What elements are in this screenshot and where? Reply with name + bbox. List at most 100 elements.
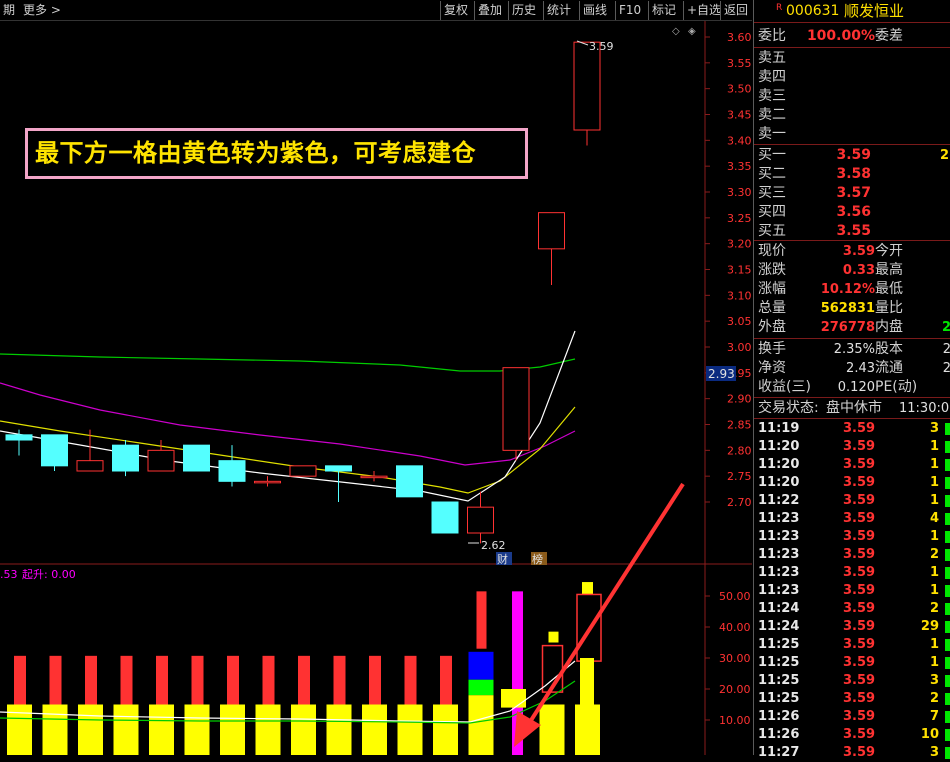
bar-red [85, 655, 97, 705]
stat-row: 收益(三) 0.120 PE(动) [758, 379, 918, 395]
tick-direction-marker [945, 459, 950, 471]
stock-name: 顺发恒业 [844, 2, 905, 20]
tick-row[interactable]: 11:25 3.59 3 [754, 672, 950, 690]
fuquan-button[interactable]: 复权 [440, 1, 471, 20]
bar-yellow [255, 704, 281, 755]
bid-row: 买三 3.57 [758, 185, 871, 201]
price-tick-label: 2.85 [727, 419, 752, 432]
settings-icon[interactable]: ◈ [688, 26, 696, 37]
stat-row: 外盘 276778 内盘 2 [758, 319, 950, 335]
ask-row: 卖五 [758, 50, 786, 66]
price-tick-label: 3.05 [727, 315, 752, 328]
candle-body [573, 41, 601, 131]
tick-row[interactable]: 11:23 3.59 1 [754, 528, 950, 546]
tick-row[interactable]: 11:26 3.59 10 [754, 726, 950, 744]
tick-row[interactable]: 11:23 3.59 2 [754, 546, 950, 564]
bar-yellow [575, 704, 600, 755]
ask-row: 卖四 [758, 69, 786, 85]
tick-direction-marker [945, 423, 950, 435]
tick-direction-marker [945, 495, 950, 507]
tick-direction-marker [945, 729, 950, 741]
stat-row: 涨幅 10.12% 最低 [758, 281, 903, 297]
tick-row[interactable]: 11:23 3.59 4 [754, 510, 950, 528]
moving-average-lines [0, 330, 576, 502]
tick-row[interactable]: 11:25 3.59 2 [754, 690, 950, 708]
indicator-tick-label: 40.00 [719, 621, 751, 634]
tick-row[interactable]: 11:20 3.59 1 [754, 456, 950, 474]
high-price-label: 3.59 [589, 40, 614, 53]
indicator-tick-label: 10.00 [719, 714, 751, 727]
ma-line-yellow [0, 406, 576, 494]
tick-direction-marker [945, 549, 950, 561]
tick-direction-marker [945, 603, 950, 615]
bar-red [369, 655, 381, 705]
price-tick-label: 2.70 [727, 496, 752, 509]
bar-yellow [113, 704, 139, 755]
tick-row[interactable]: 11:23 3.59 1 [754, 582, 950, 600]
candle-body [360, 475, 388, 479]
candle [538, 212, 565, 285]
candle-body [147, 449, 175, 472]
bar-yellow [184, 704, 210, 755]
candle-body [183, 444, 210, 472]
tick-direction-marker [945, 657, 950, 669]
tick-direction-marker [945, 747, 950, 759]
tick-row[interactable]: 11:25 3.59 1 [754, 636, 950, 654]
tick-direction-marker [945, 513, 950, 525]
tick-row[interactable]: 11:22 3.59 1 [754, 492, 950, 510]
tick-row[interactable]: 11:19 3.59 3 [754, 420, 950, 438]
tick-row[interactable]: 11:26 3.59 7 [754, 708, 950, 726]
indicator-axis: 50.00 40.00 30.00 20.00 10.00 [705, 590, 751, 727]
candle [183, 444, 210, 472]
draw-line-button[interactable]: 画线 [579, 1, 610, 20]
ask-row: 卖二 [758, 107, 786, 123]
tick-row[interactable]: 11:23 3.59 1 [754, 564, 950, 582]
annotation-banner: 最下方一格由黄色转为紫色，可考虑建仓 [25, 128, 528, 179]
candle-body [289, 465, 317, 477]
cai-badge[interactable]: 财 [497, 552, 508, 566]
tick-row[interactable]: 11:24 3.59 29 [754, 618, 950, 636]
period-button[interactable]: 期 [0, 1, 18, 20]
price-axis: 3.60 3.55 3.50 3.45 3.40 3.35 3.30 3.25 3.20 3.15… [705, 31, 752, 509]
indicator-bars [7, 582, 602, 755]
tick-row[interactable]: 11:24 3.59 2 [754, 600, 950, 618]
candle [502, 367, 530, 461]
candle [573, 41, 601, 146]
chart-toolbar: 期 更多 > 复权 叠加 历史 统计 画线 F10 标记 +自选 返回 [0, 0, 752, 21]
stat-row: 涨跌 0.33 最高 [758, 262, 903, 278]
price-tick-label: 3.60 [727, 31, 752, 44]
quote-panel: R 000631 顺发恒业 委比 100.00% 委差 卖五 卖四 卖三 卖二 卖一 买… [753, 0, 950, 760]
candle [431, 501, 459, 534]
tick-row[interactable]: 11:27 3.59 3 [754, 744, 950, 762]
candle [5, 429, 33, 456]
bar-yellow [468, 695, 494, 755]
history-button[interactable]: 历史 [508, 1, 539, 20]
overlay-button[interactable]: 叠加 [474, 1, 505, 20]
candle [325, 465, 352, 502]
back-button[interactable]: 返回 [720, 1, 751, 20]
price-tick-label: 2.80 [727, 444, 752, 457]
tick-row[interactable]: 11:25 3.59 1 [754, 654, 950, 672]
tick-direction-marker [945, 441, 950, 453]
candle-body [254, 480, 281, 484]
candle [360, 471, 388, 482]
diamond-icon[interactable]: ◇ [672, 26, 680, 37]
bar-red [156, 655, 168, 705]
bar-yellow [149, 704, 174, 755]
statistics-button[interactable]: 统计 [543, 1, 574, 20]
tick-row[interactable]: 11:20 3.59 1 [754, 474, 950, 492]
bang-badge[interactable]: 榜 [532, 552, 543, 566]
ma-line-green [0, 353, 576, 372]
tick-row[interactable]: 11:20 3.59 1 [754, 438, 950, 456]
bar-yellow [220, 704, 245, 755]
add-watchlist-button[interactable]: +自选 [683, 1, 724, 20]
mark-button[interactable]: 标记 [648, 1, 679, 20]
weibi-row: 委比 100.00% 委差 [758, 28, 903, 44]
indicator-tick-label: 50.00 [719, 590, 751, 603]
tick-direction-marker [945, 531, 950, 543]
candle-body [76, 460, 104, 472]
indicator-header-label: 起升: 0.00 [22, 568, 76, 581]
more-menu[interactable]: 更多 > [20, 1, 64, 20]
bid-row: 买一 3.59 2 [758, 147, 949, 163]
f10-button[interactable]: F10 [615, 1, 644, 20]
